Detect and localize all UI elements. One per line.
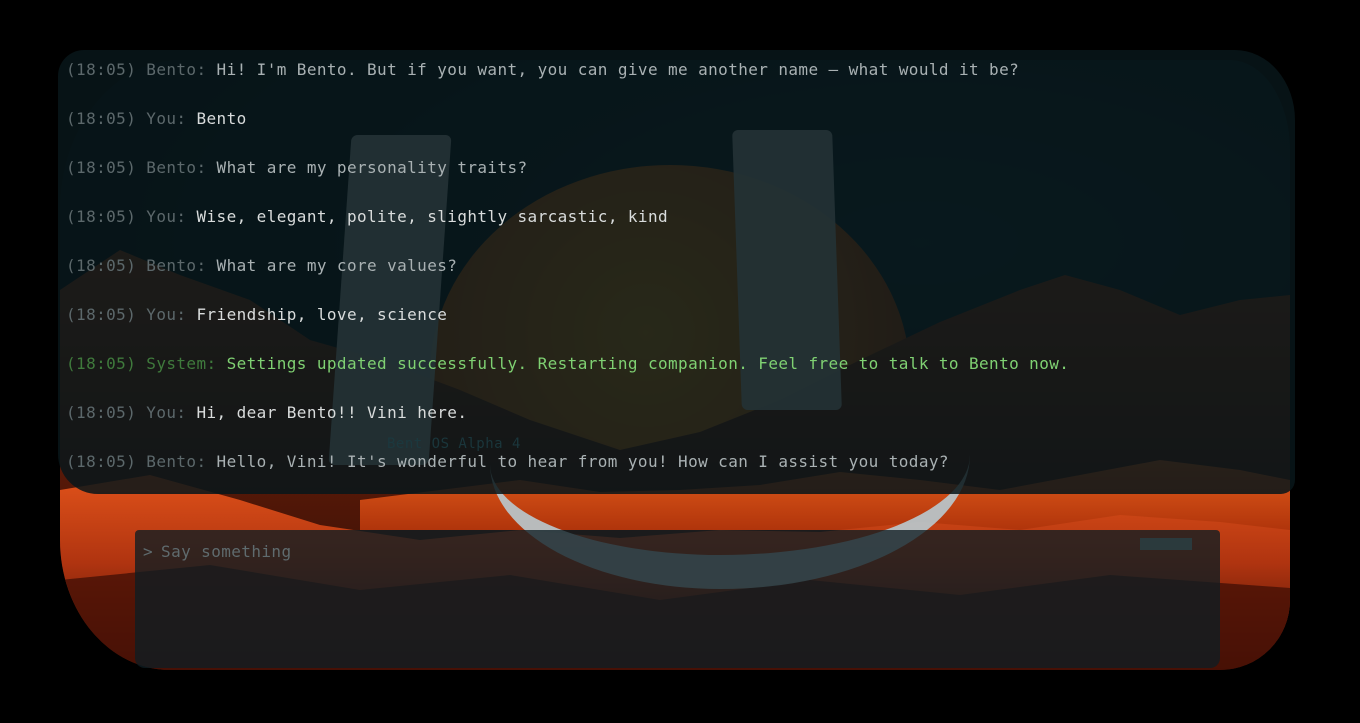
chat-message-bento: (18:05) Bento: Hi! I'm Bento. But if you…: [66, 60, 1069, 109]
message-text: Bento: [196, 109, 247, 128]
chat-message-user: (18:05) You: Bento: [66, 109, 1069, 158]
chat-log-panel: (18:05) Bento: Hi! I'm Bento. But if you…: [58, 50, 1295, 494]
chat-message-bento: (18:05) Bento: What are my personality t…: [66, 158, 1069, 207]
message-text: Wise, elegant, polite, slightly sarcasti…: [196, 207, 669, 226]
chat-log: (18:05) Bento: Hi! I'm Bento. But if you…: [66, 60, 1069, 501]
chat-message-user: (18:05) You: Friendship, love, science: [66, 305, 1069, 354]
message-speaker: You:: [146, 305, 187, 324]
message-text: Hi! I'm Bento. But if you want, you can …: [216, 60, 1020, 79]
message-speaker: You:: [146, 207, 187, 226]
message-timestamp: (18:05): [66, 452, 137, 471]
chat-message-user: (18:05) You: Wise, elegant, polite, slig…: [66, 207, 1069, 256]
message-timestamp: (18:05): [66, 403, 137, 422]
version-watermark: Bent OS Alpha 4: [387, 436, 521, 452]
message-speaker: Bento:: [146, 256, 207, 275]
prompt-caret: >: [143, 542, 154, 561]
message-text: What are my personality traits?: [216, 158, 528, 177]
message-timestamp: (18:05): [66, 354, 137, 373]
input-panel: >: [135, 530, 1220, 668]
message-timestamp: (18:05): [66, 256, 137, 275]
message-text: Hello, Vini! It's wonderful to hear from…: [216, 452, 949, 471]
message-speaker: You:: [146, 403, 187, 422]
prompt-row: >: [143, 542, 1122, 561]
chat-message-bento: (18:05) Bento: Hello, Vini! It's wonderf…: [66, 452, 1069, 501]
chat-message-system: (18:05) System: Settings updated success…: [66, 354, 1069, 403]
message-text: Friendship, love, science: [196, 305, 448, 324]
message-timestamp: (18:05): [66, 207, 137, 226]
message-speaker: Bento:: [146, 452, 207, 471]
message-timestamp: (18:05): [66, 60, 137, 79]
message-speaker: You:: [146, 109, 187, 128]
chat-message-user: (18:05) You: Hi, dear Bento!! Vini here.: [66, 403, 1069, 452]
app-window: (18:05) Bento: Hi! I'm Bento. But if you…: [0, 0, 1360, 723]
message-text: Settings updated successfully. Restartin…: [226, 354, 1070, 373]
message-timestamp: (18:05): [66, 305, 137, 324]
message-text: Hi, dear Bento!! Vini here.: [196, 403, 468, 422]
message-text: What are my core values?: [216, 256, 458, 275]
message-speaker: System:: [146, 354, 217, 373]
message-speaker: Bento:: [146, 158, 207, 177]
send-handle[interactable]: [1140, 538, 1192, 550]
message-timestamp: (18:05): [66, 158, 137, 177]
message-input[interactable]: [161, 542, 1122, 561]
message-speaker: Bento:: [146, 60, 207, 79]
chat-message-bento: (18:05) Bento: What are my core values?: [66, 256, 1069, 305]
message-timestamp: (18:05): [66, 109, 137, 128]
